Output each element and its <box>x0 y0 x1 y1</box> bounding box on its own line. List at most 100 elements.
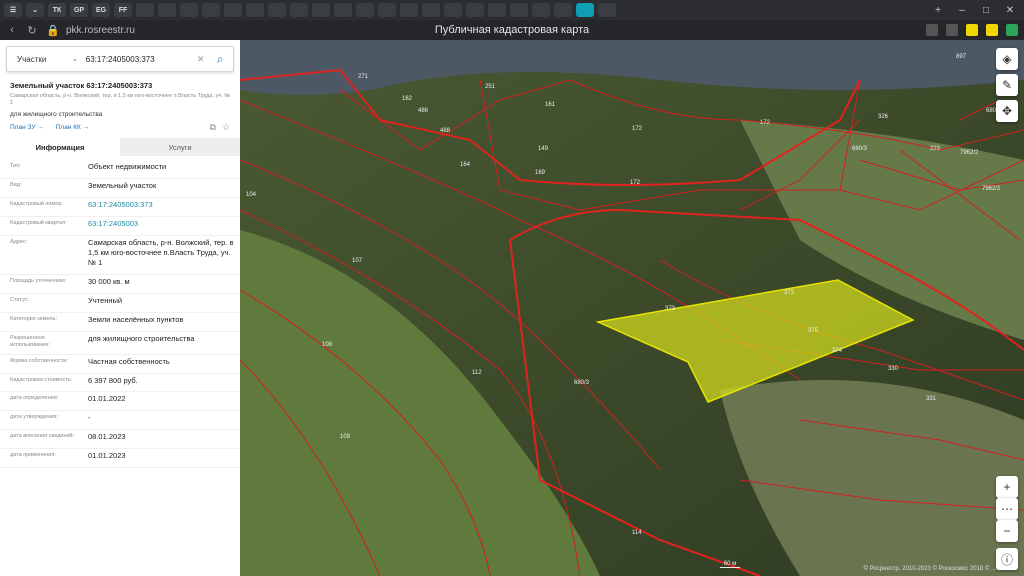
tab-services[interactable]: Услуги <box>120 138 240 156</box>
measure-button[interactable]: ✎ <box>996 74 1018 96</box>
info-row-key: Вид: <box>10 182 22 188</box>
info-row-value: - <box>88 413 91 422</box>
extension-icon[interactable] <box>1006 24 1018 36</box>
locate-button[interactable]: ✥ <box>996 100 1018 122</box>
info-row: Категория земель: Земли населённых пункто… <box>0 313 240 332</box>
parcel-number-label: 373 <box>784 290 795 296</box>
info-row-value: Земли населённых пунктов <box>88 315 184 324</box>
browser-tab[interactable] <box>510 3 528 17</box>
parcel-number-label: 164 <box>460 162 471 168</box>
plan-zu-link[interactable]: План ЗУ → <box>10 124 44 131</box>
chevron-down-icon[interactable]: ⌄ <box>72 55 84 63</box>
zoom-out-button[interactable]: − <box>996 520 1018 542</box>
browser-tab[interactable] <box>378 3 396 17</box>
browser-tab[interactable] <box>576 3 594 17</box>
page-title: Публичная кадастровая карта <box>434 24 590 36</box>
browser-tab[interactable] <box>136 3 154 17</box>
info-row: Тип: Объект недвижимости <box>0 160 240 179</box>
browser-menu-icon[interactable]: ☰ <box>4 3 22 17</box>
info-row-key: дата определения: <box>10 395 59 401</box>
parcel-number-label: 169 <box>535 170 546 176</box>
info-row-value: 6 397 800 руб. <box>88 376 138 385</box>
close-window-icon[interactable]: ✕ <box>1000 5 1020 16</box>
browser-tab[interactable] <box>334 3 352 17</box>
zoom-more-button[interactable]: ⋯ <box>996 498 1018 520</box>
share-icon[interactable]: ⧉ <box>209 122 215 133</box>
info-row: Форма собственности: Частная собственност… <box>0 355 240 374</box>
browser-tab[interactable] <box>554 3 572 17</box>
parcel-number-label: 172 <box>760 120 771 126</box>
cadastral-map[interactable]: 162 251 271 486 488 164 149 169 161 172 172 172 326 6… <box>240 40 1024 576</box>
info-row-key: Адрес: <box>10 239 28 245</box>
info-row-value[interactable]: 63:17:2405003:373 <box>88 200 234 210</box>
parcel-number-label: 172 <box>632 126 643 132</box>
browser-tab[interactable]: EG <box>92 3 110 17</box>
browser-tab-strip: ☰ ⌄ ТК GP EG FF + – □ ✕ <box>0 0 1024 20</box>
clear-icon[interactable]: ✕ <box>194 54 208 65</box>
parcel-address: Самарская область, р-н. Волжский, тер. в… <box>10 93 231 106</box>
parcel-number-label: 7962/2 <box>982 186 1001 192</box>
parcel-number-label: 488 <box>440 128 451 134</box>
search-type-select[interactable]: Участки <box>7 55 72 64</box>
reload-icon[interactable]: ↻ <box>26 24 38 37</box>
browser-tab[interactable] <box>290 3 308 17</box>
url-text[interactable]: pkk.rosreestr.ru <box>66 25 135 36</box>
plan-kk-link[interactable]: План КК → <box>56 124 89 131</box>
parcel-number-label: 330 <box>888 366 899 372</box>
maximize-icon[interactable]: □ <box>976 5 996 16</box>
browser-tab[interactable] <box>466 3 484 17</box>
parcel-number-label: 162 <box>402 96 413 102</box>
parcel-number-label: 107 <box>352 258 363 264</box>
parcel-number-label: 897 <box>956 54 967 60</box>
browser-tab[interactable] <box>158 3 176 17</box>
info-row: дата утверждения: - <box>0 411 240 430</box>
browser-tab[interactable] <box>598 3 616 17</box>
info-row: Кадастровая стоимость: 6 397 800 руб. <box>0 374 240 392</box>
browser-tab[interactable] <box>532 3 550 17</box>
parcel-number-label: 251 <box>485 84 496 90</box>
browser-tab[interactable] <box>268 3 286 17</box>
map-canvas[interactable]: 162 251 271 486 488 164 149 169 161 172 172 172 326 6… <box>240 40 1024 576</box>
zoom-in-button[interactable]: + <box>996 476 1018 498</box>
browser-tab[interactable] <box>400 3 418 17</box>
address-bar: ‹ ↻ 🔒 pkk.rosreestr.ru Публичная кадастр… <box>0 20 1024 40</box>
info-row-value[interactable]: 63:17:2405003 <box>88 219 234 229</box>
info-row: дата определения: 01.01.2022 <box>0 392 240 411</box>
browser-tab[interactable]: GP <box>70 3 88 17</box>
browser-tab[interactable]: ТК <box>48 3 66 17</box>
info-row-key: Категория земель: <box>10 316 58 322</box>
parcel-number-label: 680/3 <box>574 380 590 386</box>
tab-information[interactable]: Информация <box>0 138 120 156</box>
extension-icon[interactable] <box>966 24 978 36</box>
browser-tab[interactable] <box>202 3 220 17</box>
browser-tab[interactable] <box>246 3 264 17</box>
browser-tab[interactable] <box>312 3 330 17</box>
parcel-number-label: 271 <box>358 74 369 80</box>
search-icon[interactable]: ⌕ <box>207 47 233 71</box>
download-icon[interactable] <box>946 24 958 36</box>
parcel-purpose: для жилищного строительства <box>10 111 103 118</box>
back-icon[interactable]: ‹ <box>6 24 18 36</box>
info-row-key: Кадастровый номер: <box>10 201 63 207</box>
browser-tab[interactable] <box>224 3 242 17</box>
info-button[interactable]: ⓘ <box>996 548 1018 570</box>
browser-tab[interactable] <box>422 3 440 17</box>
tab-dropdown-icon[interactable]: ⌄ <box>26 3 44 17</box>
new-tab-icon[interactable]: + <box>928 5 948 16</box>
extension-icon[interactable] <box>986 24 998 36</box>
browser-tab[interactable] <box>180 3 198 17</box>
minimize-icon[interactable]: – <box>952 5 972 16</box>
star-icon[interactable]: ☆ <box>222 122 230 133</box>
info-row-key: дата применения: <box>10 452 56 458</box>
browser-tab[interactable]: FF <box>114 3 132 17</box>
layers-button[interactable]: ◈ <box>996 48 1018 70</box>
info-row-key: дата внесения сведений: <box>10 433 75 439</box>
bookmark-icon[interactable] <box>926 24 938 36</box>
search-input[interactable] <box>83 54 194 64</box>
browser-tab[interactable] <box>356 3 374 17</box>
browser-tab[interactable] <box>488 3 506 17</box>
browser-tab[interactable] <box>444 3 462 17</box>
info-row-key: Кадастровая стоимость: <box>10 377 73 383</box>
info-row-value: 08.01.2023 <box>88 432 126 441</box>
parcel-number-label: 486 <box>418 108 429 114</box>
